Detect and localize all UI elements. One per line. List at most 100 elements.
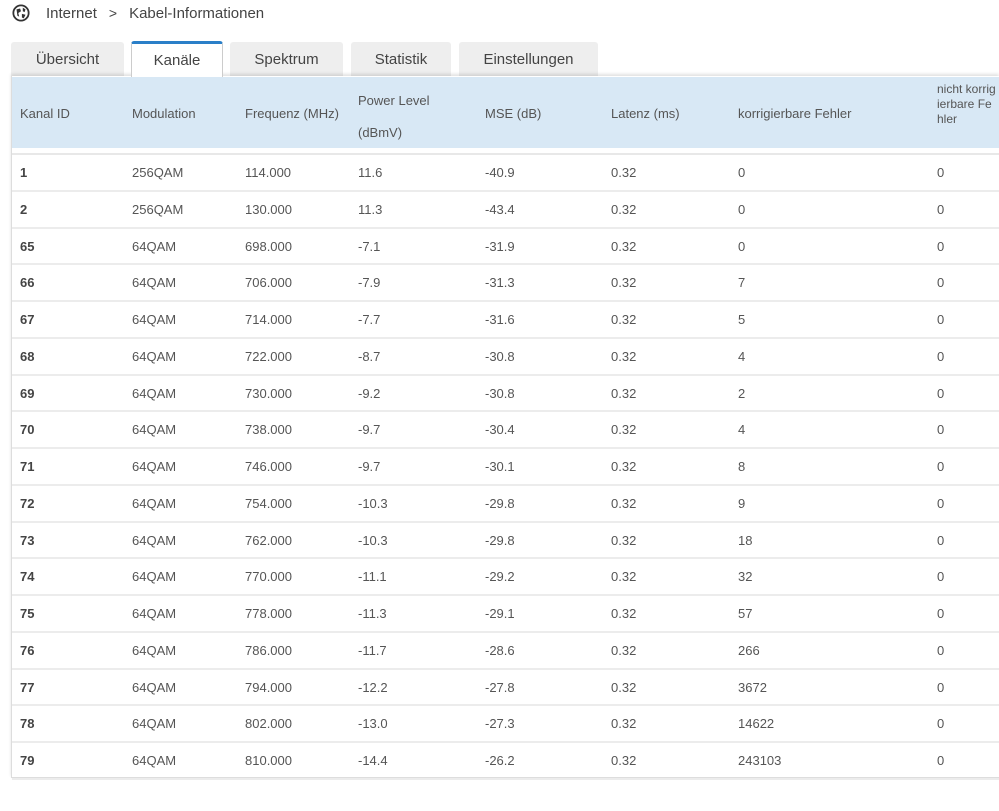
cell-mse: -30.8	[485, 385, 515, 401]
cell-modulation: 256QAM	[132, 201, 184, 217]
cell-mse: -30.4	[485, 422, 515, 438]
cell-modulation: 256QAM	[132, 165, 184, 180]
cell-frequenz: 738.000	[245, 422, 292, 438]
cell-frequenz: 714.000	[245, 312, 292, 327]
table-row: 79 64QAM 810.000 -14.4 -26.2 0.32 243103 0	[12, 743, 999, 780]
cell-power-level: -9.2	[358, 385, 381, 401]
cell-modulation: 64QAM	[132, 275, 177, 291]
cell-korrigierbare-fehler: 4	[738, 422, 746, 438]
breadcrumb-internet[interactable]: Internet	[46, 5, 97, 22]
channel-table: Kanal ID Modulation Frequenz (MHz) Power…	[11, 76, 999, 780]
cell-korrigierbare-fehler: 0	[738, 238, 746, 254]
cell-nicht-korrigierbare-fehler: 0	[937, 275, 945, 291]
tab-kanaele[interactable]: Kanäle	[131, 41, 223, 77]
table-row: 68 64QAM 722.000 -8.7 -30.8 0.32 4 0	[12, 339, 999, 376]
cell-nicht-korrigierbare-fehler: 0	[937, 165, 945, 180]
cell-nicht-korrigierbare-fehler: 0	[937, 642, 945, 658]
cell-frequenz: 778.000	[245, 606, 292, 621]
cell-mse: -30.1	[485, 459, 515, 474]
table-row: 2 256QAM 130.000 11.3 -43.4 0.32 0 0	[12, 192, 999, 229]
cell-frequenz: 770.000	[245, 569, 292, 585]
cell-frequenz: 794.000	[245, 679, 292, 695]
cell-frequenz: 114.000	[245, 165, 292, 180]
cell-kanal-id: 74	[20, 569, 35, 585]
breadcrumb-kabel-informationen: Kabel-Informationen	[129, 4, 265, 22]
cell-latenz: 0.32	[611, 569, 637, 585]
cell-power-level: -13.0	[358, 716, 388, 732]
cell-nicht-korrigierbare-fehler: 0	[937, 532, 945, 548]
tab-statistik[interactable]: Statistik	[351, 42, 451, 76]
cell-frequenz: 810.000	[245, 753, 292, 768]
cell-power-level: -12.2	[358, 679, 388, 695]
cell-mse: -31.9	[485, 238, 515, 254]
cell-nicht-korrigierbare-fehler: 0	[937, 348, 945, 364]
cell-kanal-id: 72	[20, 495, 35, 511]
cell-korrigierbare-fehler: 18	[738, 532, 753, 548]
cell-korrigierbare-fehler: 243103	[738, 753, 782, 768]
cell-frequenz: 706.000	[245, 275, 292, 291]
cell-modulation: 64QAM	[132, 532, 177, 548]
cell-latenz: 0.32	[611, 275, 637, 291]
cell-power-level: -7.7	[358, 312, 381, 327]
cell-kanal-id: 79	[20, 753, 35, 768]
cell-power-level: -11.1	[358, 569, 387, 585]
cell-mse: -27.8	[485, 679, 515, 695]
cell-kanal-id: 1	[20, 165, 28, 180]
cell-korrigierbare-fehler: 7	[738, 275, 746, 291]
cell-nicht-korrigierbare-fehler: 0	[937, 201, 945, 217]
cell-mse: -26.2	[485, 753, 515, 768]
cell-frequenz: 722.000	[245, 348, 292, 364]
cell-nicht-korrigierbare-fehler: 0	[937, 422, 945, 438]
table-row: 1 256QAM 114.000 11.6 -40.9 0.32 0 0	[12, 155, 999, 192]
cell-korrigierbare-fehler: 2	[738, 385, 746, 401]
table-row: 78 64QAM 802.000 -13.0 -27.3 0.32 14622 0	[12, 706, 999, 743]
cell-latenz: 0.32	[611, 385, 637, 401]
cell-latenz: 0.32	[611, 495, 637, 511]
cell-power-level: -14.4	[358, 753, 388, 768]
cell-latenz: 0.32	[611, 459, 637, 474]
table-row: 73 64QAM 762.000 -10.3 -29.8 0.32 18 0	[12, 523, 999, 560]
cell-korrigierbare-fehler: 14622	[738, 716, 775, 732]
cell-modulation: 64QAM	[132, 312, 177, 327]
cell-mse: -28.6	[485, 642, 515, 658]
cell-nicht-korrigierbare-fehler: 0	[937, 459, 945, 474]
cell-latenz: 0.32	[611, 165, 637, 180]
table-row: 75 64QAM 778.000 -11.3 -29.1 0.32 57 0	[12, 596, 999, 633]
cell-korrigierbare-fehler: 9	[738, 495, 746, 511]
cell-korrigierbare-fehler: 266	[738, 642, 760, 658]
header-mse: MSE (dB)	[485, 106, 542, 121]
tab-bar: Übersicht Kanäle Spektrum Statistik Eins…	[11, 41, 611, 77]
cell-power-level: -9.7	[358, 459, 381, 474]
cell-kanal-id: 71	[20, 459, 35, 474]
table-row: 70 64QAM 738.000 -9.7 -30.4 0.32 4 0	[12, 412, 999, 449]
cell-latenz: 0.32	[611, 532, 637, 548]
cell-modulation: 64QAM	[132, 459, 177, 474]
cell-frequenz: 698.000	[245, 238, 292, 254]
cell-kanal-id: 69	[20, 385, 35, 401]
header-kanal-id: Kanal ID	[20, 106, 70, 121]
cell-modulation: 64QAM	[132, 348, 177, 364]
cell-latenz: 0.32	[611, 606, 637, 621]
cell-mse: -29.2	[485, 569, 515, 585]
cell-korrigierbare-fehler: 5	[738, 312, 746, 327]
tab-uebersicht[interactable]: Übersicht	[11, 42, 124, 76]
cell-latenz: 0.32	[611, 201, 637, 217]
cell-kanal-id: 75	[20, 606, 35, 621]
cell-mse: -29.1	[485, 606, 515, 621]
cell-korrigierbare-fehler: 0	[738, 165, 746, 180]
cell-latenz: 0.32	[611, 753, 637, 768]
cell-frequenz: 130.000	[245, 201, 292, 217]
cell-latenz: 0.32	[611, 238, 637, 254]
table-body: 1 256QAM 114.000 11.6 -40.9 0.32 0 0 2 256QAM 130.…	[12, 153, 999, 780]
cell-nicht-korrigierbare-fehler: 0	[937, 569, 945, 585]
cell-kanal-id: 65	[20, 238, 35, 254]
table-row: 69 64QAM 730.000 -9.2 -30.8 0.32 2 0	[12, 376, 999, 413]
cell-latenz: 0.32	[611, 348, 637, 364]
cell-modulation: 64QAM	[132, 642, 177, 658]
tab-spektrum[interactable]: Spektrum	[230, 42, 343, 76]
tab-einstellungen[interactable]: Einstellungen	[459, 42, 598, 76]
cell-korrigierbare-fehler: 57	[738, 606, 753, 621]
cell-modulation: 64QAM	[132, 495, 177, 511]
cell-latenz: 0.32	[611, 679, 637, 695]
cell-latenz: 0.32	[611, 422, 637, 438]
